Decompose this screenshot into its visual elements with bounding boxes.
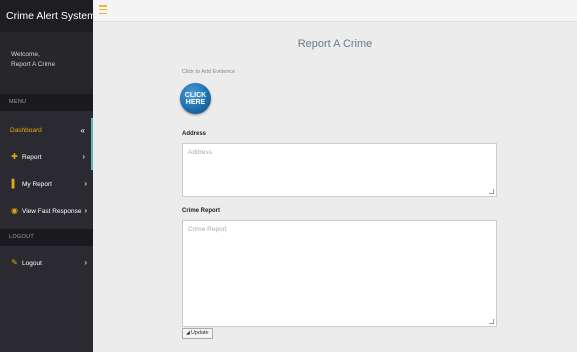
address-label: Address (182, 131, 207, 137)
chevron-right-icon: › (84, 206, 87, 215)
welcome-panel: Welcome, Report A Crime (0, 32, 93, 94)
update-button-label: Update (190, 330, 209, 336)
plus-icon: ✚ (11, 152, 18, 161)
sidebar-item-label: Dashboard (10, 127, 42, 134)
resize-handle-icon[interactable] (489, 319, 494, 324)
sidebar-item-label: Logout (22, 260, 42, 267)
chevron-right-icon: › (84, 258, 87, 267)
sidebar-item-report[interactable]: ✚ Report › (0, 144, 93, 170)
sidebar-item-my-report[interactable]: ▌ My Report › (0, 171, 93, 197)
sidebar-item-dashboard[interactable]: Dashboard « (0, 118, 93, 144)
sidebar-item-logout[interactable]: ✎ Logout › (0, 250, 93, 276)
resize-handle-icon[interactable] (489, 189, 494, 194)
file-icon: ▌ (11, 179, 18, 188)
eye-icon: ◉ (11, 206, 18, 215)
sidebar: Crime Alert System Welcome, Report A Cri… (0, 0, 96, 352)
crime-report-placeholder: Crime Report (188, 226, 227, 233)
sidebar-item-label: View Fast Response (22, 208, 82, 215)
welcome-text: Welcome, (11, 51, 40, 58)
collapse-icon: « (80, 126, 85, 135)
edit-icon: ✎ (11, 258, 18, 267)
app-title: Crime Alert System (0, 0, 96, 32)
sidebar-item-label: My Report (22, 181, 52, 188)
top-bar (93, 0, 577, 22)
sidebar-item-view-fast-response[interactable]: ◉ View Fast Response › (0, 198, 93, 224)
chevron-right-icon: › (84, 179, 87, 188)
address-placeholder: Address (188, 149, 212, 156)
menu-toggle-icon[interactable] (99, 5, 107, 15)
update-button[interactable]: ◢Update (182, 328, 213, 339)
crime-report-field[interactable]: Crime Report (182, 220, 497, 327)
page-title: Report A Crime (297, 38, 373, 50)
sidebar-item-label: Report (22, 154, 42, 161)
crime-report-label: Crime Report (182, 208, 221, 214)
chevron-right-icon: › (82, 152, 85, 161)
address-field[interactable]: Address (182, 143, 497, 197)
edit-icon: ◢ (186, 330, 190, 336)
menu-header: MENU (0, 94, 93, 111)
welcome-subtext: Report A Crime (11, 61, 56, 68)
evidence-label: Click to Add Evidence (182, 69, 236, 75)
logout-header: LOGOUT (0, 229, 93, 246)
add-evidence-button[interactable]: CLICK HERE (180, 83, 211, 114)
